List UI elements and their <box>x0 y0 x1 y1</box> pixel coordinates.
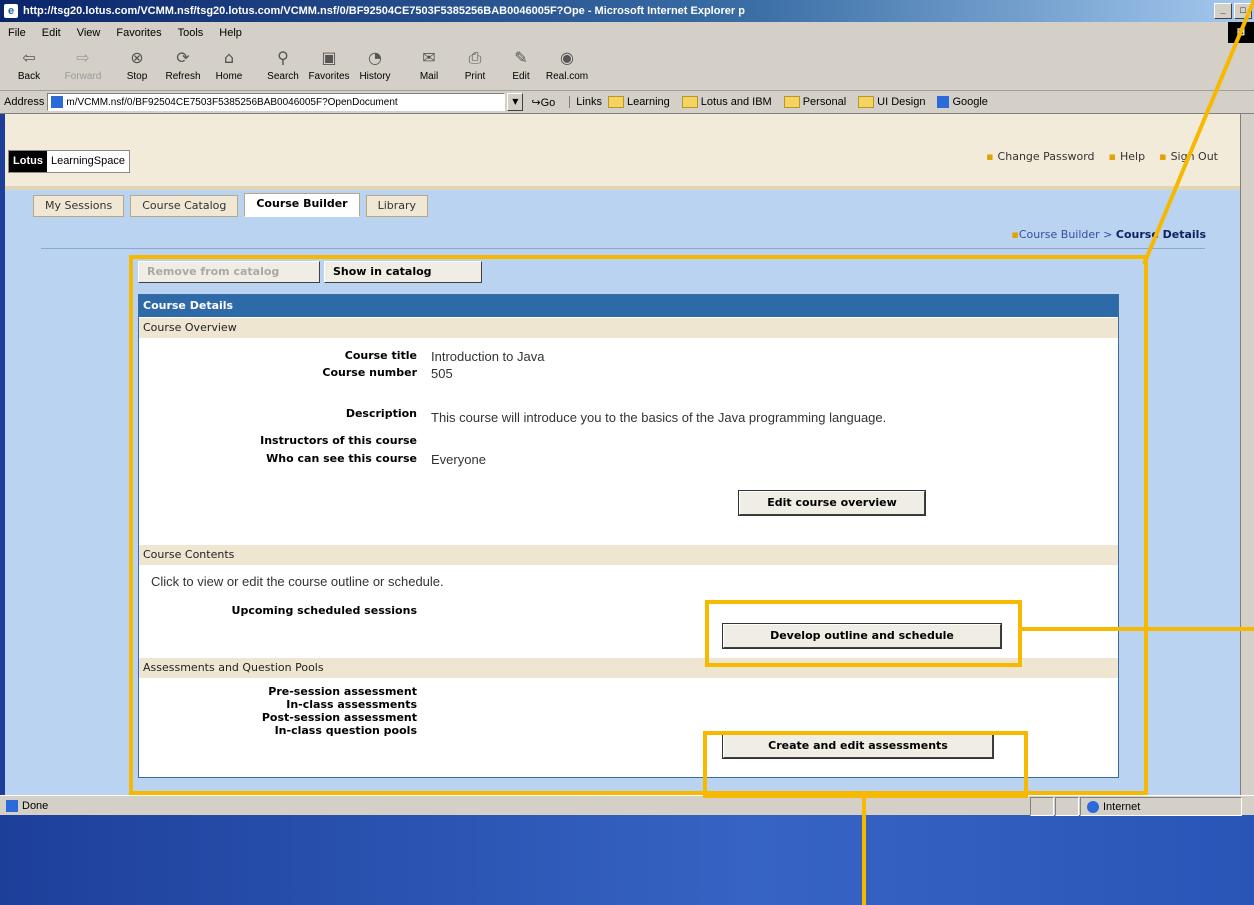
back-arrow-icon: ⇦ <box>22 48 36 67</box>
main-tabs: My Sessions Course Catalog Course Builde… <box>33 193 429 217</box>
link-learning[interactable]: Learning <box>607 96 670 108</box>
links-label: Links <box>569 96 602 108</box>
refresh-icon: ⟳ <box>176 48 190 67</box>
tab-course-catalog[interactable]: Course Catalog <box>130 195 239 217</box>
status-cell <box>1055 797 1079 816</box>
menu-view[interactable]: View <box>69 27 109 39</box>
stop-icon: ⊗ <box>130 48 144 67</box>
folder-icon <box>858 96 875 108</box>
print-button[interactable]: ⎙ Print <box>452 43 498 89</box>
back-button[interactable]: ⇦ Back <box>6 43 52 89</box>
tab-my-sessions[interactable]: My Sessions <box>33 195 125 217</box>
link-lotus-and-ibm[interactable]: Lotus and IBM <box>681 96 772 108</box>
status-text: Done <box>22 799 49 812</box>
change-password-link[interactable]: ▪ Change Password <box>986 150 1094 163</box>
search-button[interactable]: ⚲ Search <box>260 43 306 89</box>
callout-create-assessments <box>703 731 1028 798</box>
page-done-icon <box>6 799 18 812</box>
go-arrow-icon: ↪ <box>531 96 541 109</box>
ie-icon: e <box>4 4 18 18</box>
link-ui-design[interactable]: UI Design <box>858 96 925 108</box>
window-title-bar: e http://tsg20.lotus.com/VCMM.nsf/tsg20.… <box>0 0 1254 22</box>
header-divider <box>5 186 1240 190</box>
menu-edit[interactable]: Edit <box>34 27 69 39</box>
folder-icon <box>681 96 698 108</box>
window-title: http://tsg20.lotus.com/VCMM.nsf/tsg20.lo… <box>23 5 745 17</box>
realcom-icon: ◉ <box>560 48 574 67</box>
callout-leader-line-right <box>1022 627 1254 631</box>
history-icon: ◔ <box>368 48 382 67</box>
printer-icon: ⎙ <box>468 48 482 67</box>
forward-arrow-icon: ⇨ <box>76 48 90 67</box>
breadcrumb-divider <box>41 248 1205 249</box>
page-icon <box>51 96 64 108</box>
favorites-button[interactable]: ▣ Favorites <box>306 43 352 89</box>
tab-library[interactable]: Library <box>365 195 429 217</box>
standard-toolbar: ⇦ Back ⇨ Forward ⊗ Stop ⟳ Refresh ⌂ Home… <box>0 43 1254 91</box>
callout-main-area <box>129 255 1148 795</box>
go-button[interactable]: ↪Go <box>531 96 555 109</box>
folder-icon <box>783 96 800 108</box>
menu-file[interactable]: File <box>0 27 34 39</box>
learningspace-logo: Lotus LearningSpace <box>8 150 130 173</box>
address-input[interactable]: m/VCMM.nsf/0/BF92504CE7503F5385256BAB004… <box>47 93 506 111</box>
edit-button[interactable]: ✎ Edit <box>498 43 544 89</box>
mail-icon: ✉ <box>422 48 436 67</box>
bullet-icon: ▪ <box>1011 228 1019 241</box>
menu-help[interactable]: Help <box>211 27 250 39</box>
address-url: m/VCMM.nsf/0/BF92504CE7503F5385256BAB004… <box>66 96 398 108</box>
link-personal[interactable]: Personal <box>783 96 846 108</box>
folder-icon <box>607 96 624 108</box>
home-icon: ⌂ <box>223 48 235 67</box>
callout-develop-outline <box>705 600 1022 667</box>
callout-leader-line-bottom <box>862 797 866 905</box>
breadcrumb-course-builder[interactable]: Course Builder <box>1019 228 1100 241</box>
refresh-button[interactable]: ⟳ Refresh <box>160 43 206 89</box>
tab-course-builder[interactable]: Course Builder <box>244 193 360 217</box>
menu-bar: File Edit View Favorites Tools Help ⊞ <box>0 22 1254 44</box>
forward-button[interactable]: ⇨ Forward <box>60 43 106 89</box>
security-zone: Internet <box>1080 797 1242 816</box>
callout-leader-line-top <box>1142 0 1254 265</box>
address-dropdown-button[interactable]: ▼ <box>507 93 524 111</box>
status-cell <box>1030 797 1054 816</box>
app-header: Lotus LearningSpace ▪ Change Password ▪ He… <box>5 114 1240 186</box>
search-icon: ⚲ <box>277 48 289 67</box>
address-bar: Address m/VCMM.nsf/0/BF92504CE7503F53852… <box>0 91 1254 114</box>
presentation-background: e http://tsg20.lotus.com/VCMM.nsf/tsg20.… <box>0 0 1254 905</box>
favorites-folder-icon: ▣ <box>321 48 337 67</box>
realcom-button[interactable]: ◉ Real.com <box>544 43 590 89</box>
address-label: Address <box>4 96 45 108</box>
menu-favorites[interactable]: Favorites <box>108 27 169 39</box>
edit-icon: ✎ <box>514 48 528 67</box>
status-bar: Done Internet <box>0 795 1254 816</box>
link-google[interactable]: Google <box>937 96 988 108</box>
stop-button[interactable]: ⊗ Stop <box>114 43 160 89</box>
page-icon <box>937 96 950 108</box>
mail-button[interactable]: ✉ Mail <box>406 43 452 89</box>
home-button[interactable]: ⌂ Home <box>206 43 252 89</box>
globe-icon <box>1087 800 1099 813</box>
menu-tools[interactable]: Tools <box>170 27 212 39</box>
history-button[interactable]: ◔ History <box>352 43 398 89</box>
